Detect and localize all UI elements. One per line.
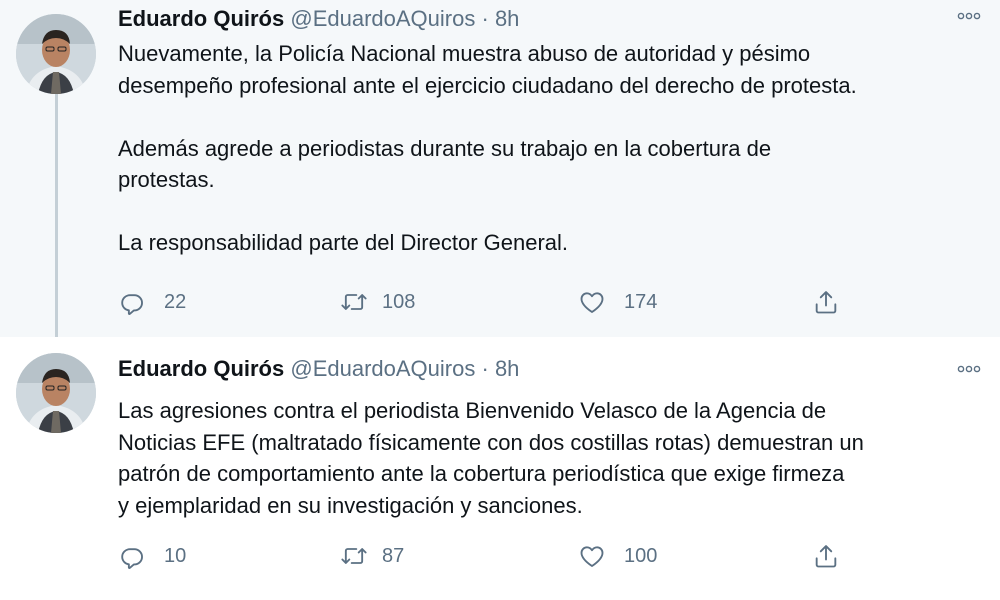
tweet-text: Las agresiones contra el periodista Bien… bbox=[118, 398, 864, 518]
author-name[interactable]: Eduardo Quirós bbox=[118, 356, 284, 381]
separator: · bbox=[481, 356, 489, 381]
like-count: 174 bbox=[624, 290, 658, 313]
author-handle[interactable]: @EduardoAQuiros bbox=[290, 356, 475, 381]
retweet-button[interactable]: 87 bbox=[340, 540, 404, 572]
avatar-photo bbox=[16, 353, 96, 433]
reply-count: 10 bbox=[164, 544, 187, 567]
reply-button[interactable]: 22 bbox=[118, 286, 186, 318]
author-name[interactable]: Eduardo Quirós bbox=[118, 6, 284, 31]
like-count: 100 bbox=[624, 544, 658, 567]
tweet-actions: 22 108 174 bbox=[118, 286, 858, 318]
tweet-actions: 10 87 100 bbox=[118, 540, 858, 572]
reply-count: 22 bbox=[164, 290, 187, 313]
timestamp[interactable]: 8h bbox=[495, 6, 519, 31]
like-button[interactable]: 100 bbox=[578, 540, 657, 572]
author-handle[interactable]: @EduardoAQuiros bbox=[290, 6, 475, 31]
avatar-photo bbox=[16, 14, 96, 94]
retweet-count: 87 bbox=[382, 544, 405, 567]
retweet-icon bbox=[341, 548, 367, 564]
reply-icon bbox=[121, 548, 143, 569]
thread-line bbox=[55, 94, 58, 344]
reply-icon bbox=[121, 294, 143, 315]
avatar[interactable] bbox=[16, 14, 96, 94]
heart-icon bbox=[580, 546, 604, 567]
tweet[interactable]: Eduardo Quirós @EduardoAQuiros · 8h Las … bbox=[0, 337, 1000, 600]
share-button[interactable] bbox=[812, 286, 840, 318]
tweet-header: Eduardo Quirós @EduardoAQuiros · 8h bbox=[118, 356, 519, 382]
retweet-button[interactable]: 108 bbox=[340, 286, 415, 318]
retweet-count: 108 bbox=[382, 290, 416, 313]
timestamp[interactable]: 8h bbox=[495, 356, 519, 381]
more-icon[interactable] bbox=[954, 8, 984, 24]
more-icon[interactable] bbox=[954, 361, 984, 377]
avatar[interactable] bbox=[16, 353, 96, 433]
heart-icon bbox=[580, 292, 604, 313]
reply-button[interactable]: 10 bbox=[118, 540, 186, 572]
share-icon bbox=[815, 545, 837, 568]
share-button[interactable] bbox=[812, 540, 840, 572]
separator: · bbox=[481, 6, 489, 31]
share-icon bbox=[815, 291, 837, 314]
like-button[interactable]: 174 bbox=[578, 286, 657, 318]
tweet-header: Eduardo Quirós @EduardoAQuiros · 8h bbox=[118, 6, 519, 32]
tweet[interactable]: Eduardo Quirós @EduardoAQuiros · 8h Nuev… bbox=[0, 0, 1000, 344]
tweet-text: Nuevamente, la Policía Nacional muestra … bbox=[118, 41, 857, 255]
retweet-icon bbox=[341, 294, 367, 310]
